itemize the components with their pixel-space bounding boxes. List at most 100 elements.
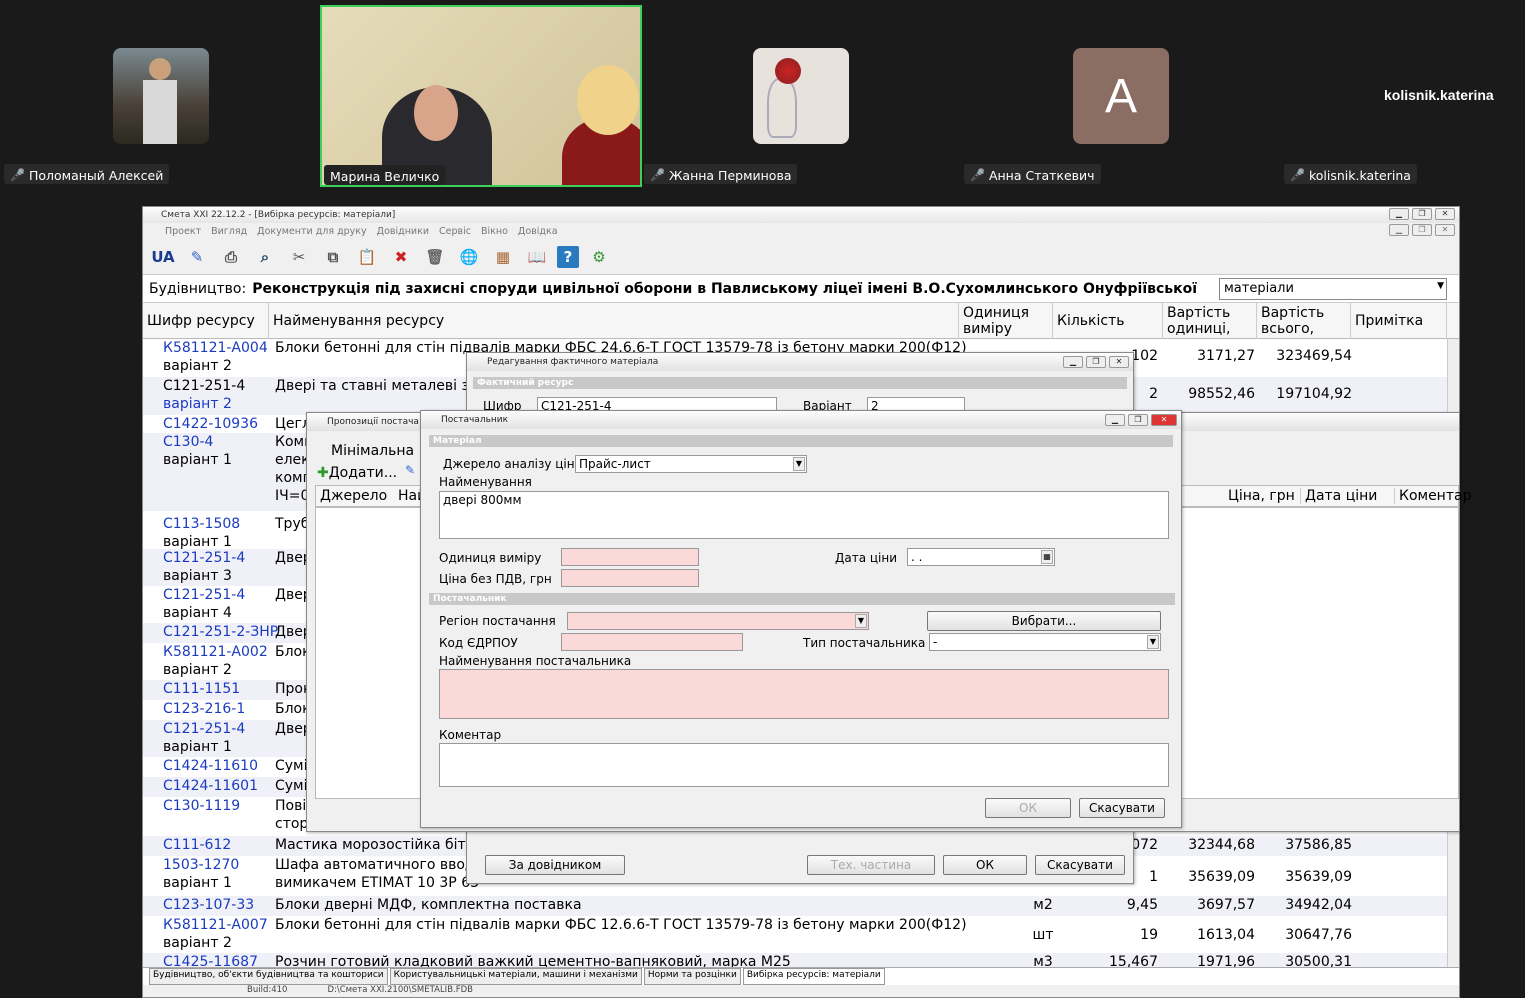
supplier-type-select[interactable]: - ▼ [929,633,1161,651]
col-comment[interactable]: Коментар [1394,488,1471,504]
calculator-icon[interactable]: ▦ [489,243,517,271]
mic-off-icon: 🎤 [650,168,665,182]
price-field[interactable] [561,569,699,587]
restore-button[interactable]: ❐ [1412,208,1432,220]
supplier-section-header: Постачальник [429,593,1175,605]
cancel-button[interactable]: Скасувати [1079,798,1165,818]
row-name: Блоки бетонні для стін підвалів марки ФБ… [275,917,967,933]
pencil-icon[interactable]: ✎ [405,463,415,477]
participant-name: 🎤 kolisnik.katerina [1284,164,1417,184]
child-minimize-button[interactable]: ▁ [1389,224,1409,236]
minimize-button[interactable]: ▁ [1063,356,1083,368]
col-total[interactable]: Вартість всього, [1257,303,1351,339]
resource-type-value: матеріали [1224,281,1294,296]
table-row[interactable]: С1425-11687 Розчин готовий кладковий важ… [143,953,1449,967]
close-button[interactable]: ✕ [1151,414,1177,426]
comment-textarea[interactable] [439,743,1169,787]
row-total: 323469,54 [1276,348,1352,364]
unit-field[interactable] [561,548,699,566]
tech-part-button[interactable]: Тех. частина [807,855,935,875]
row-code: С1424-11601 [163,778,258,794]
choose-supplier-button[interactable]: Вибрати... [927,611,1161,631]
tab-norms[interactable]: Норми та розцінки [643,968,741,985]
cancel-button[interactable]: Скасувати [1035,855,1125,875]
trash-icon[interactable]: 🗑 [421,243,449,271]
mic-off-icon: 🎤 [10,168,25,182]
comment-label: Коментар [439,728,502,742]
tools-icon[interactable]: ⚙ [585,243,613,271]
help-icon[interactable]: ? [557,245,579,268]
tab-resource-selection[interactable]: Вибірка ресурсів: матеріали [742,968,885,985]
menu-print-docs[interactable]: Документи для друку [257,226,367,237]
from-reference-button[interactable]: За довідником [485,855,625,875]
globe-icon[interactable]: 🌐 [455,243,483,271]
col-name[interactable]: Найменування ресурсу [269,303,959,339]
close-button[interactable]: ✕ [1109,356,1129,368]
row-name: Пові [275,798,307,814]
cut-icon[interactable]: ✂ [285,243,313,271]
menu-window[interactable]: Вікно [481,226,508,237]
tab-user-materials[interactable]: Користувальницькі матеріали, машини і ме… [389,968,642,985]
copy-icon[interactable]: ⧉ [319,243,347,271]
ok-button[interactable]: ОК [943,855,1027,875]
resource-type-select[interactable]: матеріали ▼ [1219,278,1447,300]
restore-button[interactable]: ❐ [1128,414,1148,426]
participant-tile[interactable] [753,48,849,144]
row-code: С123-216-1 [163,701,246,717]
col-date[interactable]: Дата ціни [1300,488,1377,504]
price-date-field[interactable]: . . ▦ [907,548,1055,566]
participant-tile[interactable] [113,48,209,144]
row-name: Сумі [275,758,308,774]
vase-picture [767,78,797,138]
col-note[interactable]: Примітка [1351,303,1447,339]
participant-name: Марина Величко [324,165,446,185]
menu-references[interactable]: Довідники [377,226,429,237]
active-speaker-video[interactable]: Марина Величко [320,5,642,187]
minimize-button[interactable]: ▁ [1389,208,1409,220]
paste-icon[interactable]: 📋 [353,243,381,271]
participant-name-text: kolisnik.katerina [1308,167,1411,183]
edit-icon[interactable]: ✎ [183,243,211,271]
supplier-name-textarea[interactable] [439,669,1169,719]
table-row[interactable]: С123-107-33 Блоки дверні МДФ, комплектна… [143,896,1449,916]
col-code[interactable]: Шифр ресурсу [143,303,269,339]
child-close-button[interactable]: ✕ [1435,224,1455,236]
language-button[interactable]: UA [149,243,177,271]
menu-service[interactable]: Сервіс [439,226,471,237]
search-icon[interactable]: ⌕ [251,243,279,271]
ok-button[interactable]: ОК [985,798,1071,818]
mic-off-icon: 🎤 [1290,168,1305,182]
menu-help[interactable]: Довідка [518,226,558,237]
calendar-icon[interactable]: ▦ [1041,550,1053,564]
dialog-title: Редагування фактичного матеріала [487,357,659,367]
name-textarea[interactable]: двері 800мм [439,491,1169,539]
book-icon[interactable]: 📖 [523,243,551,271]
print-icon[interactable]: ⎙ [217,243,245,271]
tab-construction[interactable]: Будівництво, об'єкти будівництва та кошт… [149,968,388,985]
col-price[interactable]: Вартість одиниці, [1163,303,1257,339]
chevron-down-icon: ▼ [1437,281,1444,291]
add-offer-button[interactable]: ✚Додати... [317,465,397,481]
supplier-dialog: Постачальник ▁ ❐ ✕ Матеріал Джерело аналіз… [420,410,1182,828]
delete-icon[interactable]: ✖ [387,243,415,271]
col-qty[interactable]: Кількість [1053,303,1163,339]
source-select[interactable]: Прайс-лист ▼ [575,455,807,473]
menu-project[interactable]: Проект [165,226,201,237]
col-price[interactable]: Ціна, грн [1228,488,1295,504]
region-select[interactable]: ▼ [567,612,869,630]
edrpou-field[interactable] [561,633,743,651]
col-unit[interactable]: Одиниця виміру [959,303,1053,339]
close-button[interactable]: ✕ [1435,208,1455,220]
row-price: 35639,09 [1188,869,1255,885]
participant-tile[interactable]: А [1073,48,1169,144]
min-price-label: Мінімальна [331,443,415,459]
restore-button[interactable]: ❐ [1086,356,1106,368]
minimize-button[interactable]: ▁ [1105,414,1125,426]
row-name-line: стор [275,816,309,832]
table-row[interactable]: К581121-А007 варіант 2 Блоки бетонні для… [143,916,1449,953]
edrpou-label: Код ЄДРПОУ [439,636,518,650]
col-source[interactable]: Джерело [320,488,387,504]
row-code: С121-251-4 [163,550,246,566]
child-restore-button[interactable]: ❐ [1412,224,1432,236]
menu-view[interactable]: Вигляд [211,226,247,237]
